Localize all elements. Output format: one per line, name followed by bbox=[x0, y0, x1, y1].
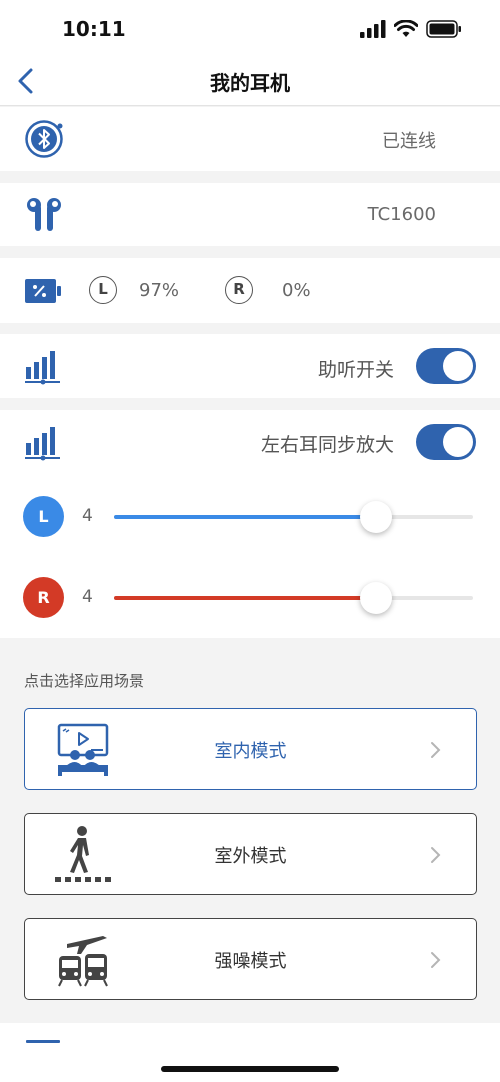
device-model: TC1600 bbox=[367, 204, 436, 225]
status-bar: 10:11 bbox=[0, 0, 500, 58]
device-model-row: TC1600 bbox=[0, 183, 500, 246]
home-indicator bbox=[161, 1066, 339, 1072]
left-slider-thumb[interactable] bbox=[360, 501, 392, 533]
cellular-signal-icon bbox=[360, 20, 386, 38]
right-slider-thumb[interactable] bbox=[360, 582, 392, 614]
sync-amplify-toggle[interactable] bbox=[416, 424, 476, 460]
status-time: 10:11 bbox=[62, 17, 126, 41]
bottom-card bbox=[0, 1023, 500, 1082]
hearing-aid-label: 助听开关 bbox=[317, 359, 394, 381]
right-slider-fill bbox=[114, 596, 376, 600]
battery-row: L 97% R 0% bbox=[0, 258, 500, 323]
left-volume-slider[interactable] bbox=[114, 501, 473, 533]
high-noise-mode-button[interactable]: 强噪模式 bbox=[24, 918, 477, 1000]
scene-section-label: 点击选择应用场景 bbox=[24, 672, 145, 690]
amplification-card: 左右耳同步放大 L 4 R 4 bbox=[0, 410, 500, 638]
nav-bar: 我的耳机 bbox=[0, 58, 500, 106]
sync-amplify-label: 左右耳同步放大 bbox=[260, 434, 394, 456]
toggle-knob bbox=[443, 351, 473, 381]
toggle-knob bbox=[443, 427, 473, 457]
hearing-aid-row: 助听开关 bbox=[0, 334, 500, 398]
left-channel-value: 4 bbox=[82, 506, 93, 526]
volume-bars-icon bbox=[25, 351, 60, 385]
right-volume-slider[interactable] bbox=[114, 582, 473, 614]
earbuds-icon bbox=[27, 198, 61, 231]
left-ear-badge: L bbox=[89, 276, 117, 304]
chevron-right-icon bbox=[431, 952, 441, 968]
volume-bars-icon bbox=[25, 427, 60, 461]
left-slider-fill bbox=[114, 515, 376, 519]
partial-row-icon bbox=[26, 1040, 60, 1043]
chevron-right-icon bbox=[431, 847, 441, 863]
outdoor-mode-label: 室外模式 bbox=[214, 846, 287, 867]
battery-charging-icon bbox=[25, 279, 61, 303]
outdoor-mode-button[interactable]: 室外模式 bbox=[24, 813, 477, 895]
bluetooth-row: 已连线 bbox=[0, 107, 500, 171]
right-ear-badge: R bbox=[225, 276, 253, 304]
bluetooth-icon bbox=[25, 120, 63, 158]
indoor-mode-label: 室内模式 bbox=[214, 741, 287, 762]
chevron-right-icon bbox=[431, 742, 441, 758]
left-battery-value: 97% bbox=[139, 280, 180, 301]
status-icons bbox=[360, 20, 462, 38]
left-channel-badge: L bbox=[23, 496, 64, 537]
indoor-mode-button[interactable]: 室内模式 bbox=[24, 708, 477, 790]
page-title: 我的耳机 bbox=[210, 71, 290, 95]
battery-status-icon bbox=[426, 20, 461, 38]
hearing-aid-toggle[interactable] bbox=[416, 348, 476, 384]
right-battery-value: 0% bbox=[282, 280, 311, 301]
wifi-icon bbox=[394, 20, 418, 37]
high-noise-mode-label: 强噪模式 bbox=[214, 951, 287, 972]
right-channel-value: 4 bbox=[82, 587, 93, 607]
right-channel-badge: R bbox=[23, 577, 64, 618]
connection-status: 已连线 bbox=[382, 131, 436, 152]
